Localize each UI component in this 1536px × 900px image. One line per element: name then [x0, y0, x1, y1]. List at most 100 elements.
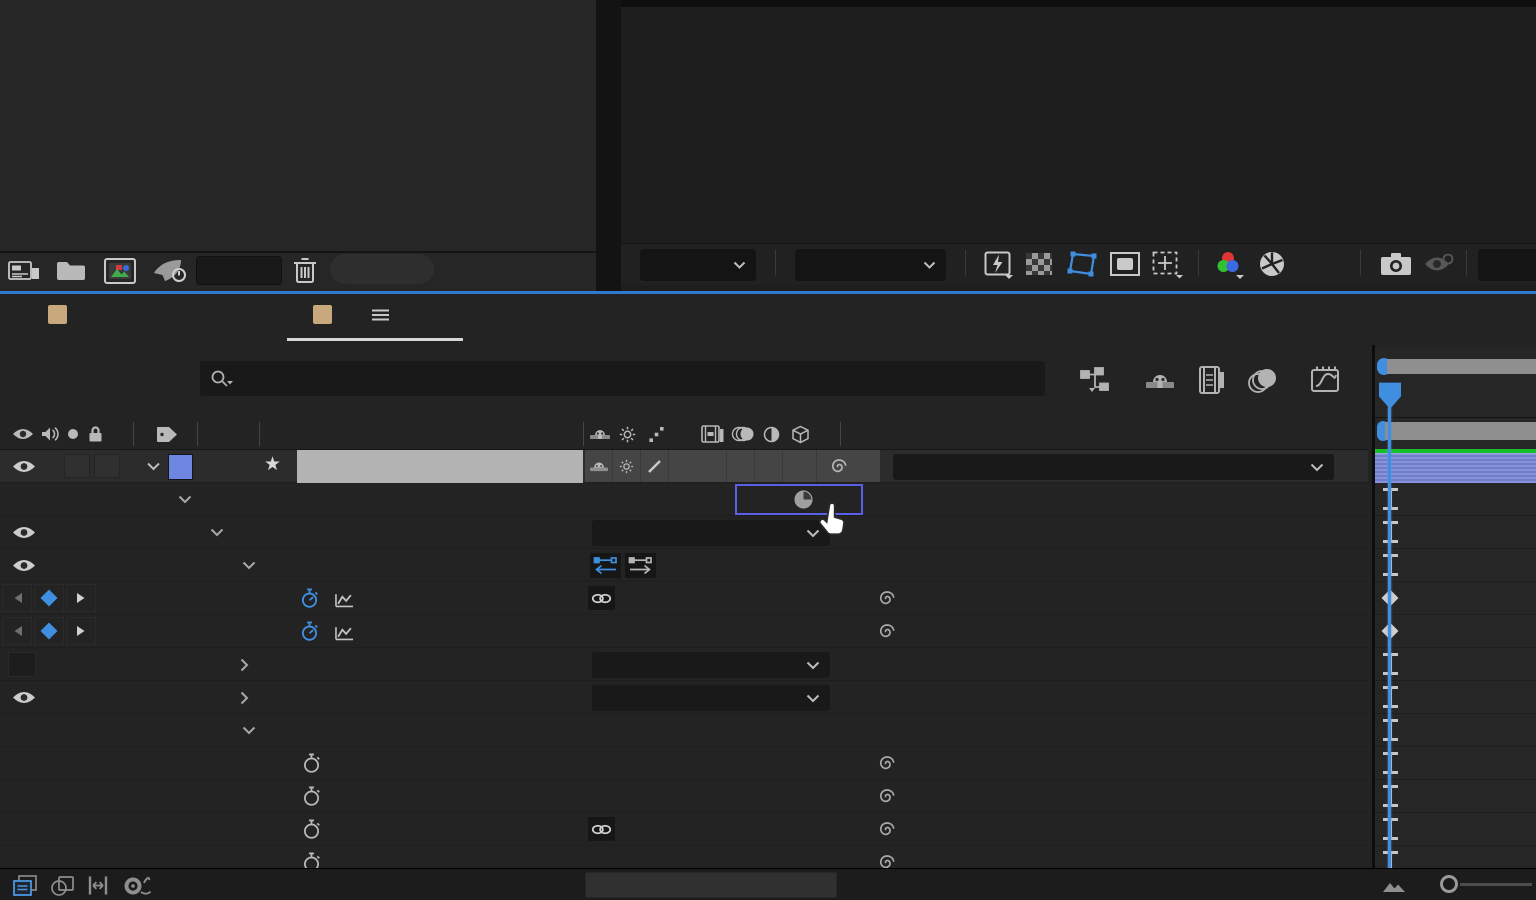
scale-pickwhip-icon[interactable] — [876, 820, 895, 839]
channel-rgb-icon[interactable] — [1214, 250, 1246, 280]
chevron-down-icon — [1310, 463, 1324, 472]
layer-duration-bar[interactable] — [1375, 453, 1536, 483]
expand-layer-switches-pane-icon[interactable] — [12, 874, 38, 898]
skew-pickwhip-icon[interactable] — [876, 853, 895, 868]
timeline-zoom-slider-handle[interactable] — [1440, 875, 1458, 893]
render-time-pane-snail-icon[interactable] — [122, 874, 152, 897]
layer-collapse-switch[interactable] — [613, 450, 641, 482]
tab-comp-1[interactable] — [313, 305, 389, 324]
magnification-dropdown[interactable] — [640, 249, 756, 281]
scale-constrain-link-icon[interactable] — [588, 817, 615, 841]
path-direction-normal-button[interactable] — [625, 553, 656, 578]
layer-label-color-swatch[interactable] — [168, 454, 193, 480]
keyframe-at-current-time[interactable] — [34, 617, 64, 645]
expand-in-out-pane-icon[interactable] — [86, 875, 110, 896]
bit-depth-button[interactable] — [196, 256, 282, 285]
active-tab-underline — [287, 338, 463, 341]
transparency-grid-icon[interactable] — [1026, 253, 1052, 275]
ellipse1-eye-icon[interactable] — [12, 525, 36, 540]
project-search-pill[interactable] — [330, 254, 434, 284]
quality-column-icon — [648, 426, 665, 443]
size-pickwhip-icon[interactable] — [876, 589, 895, 608]
ellipse1-expander-chevron-down-icon[interactable] — [210, 528, 224, 537]
layer-fx-cell[interactable] — [699, 450, 727, 482]
row-fill-1 — [0, 681, 1368, 714]
position-stopwatch-icon[interactable] — [300, 621, 319, 642]
grid-guides-icon[interactable] — [1152, 251, 1184, 279]
preview-timecode[interactable] — [1478, 249, 1536, 281]
folder-icon[interactable] — [56, 260, 86, 282]
fill1-expander-chevron-right-icon[interactable] — [240, 691, 249, 705]
region-of-interest-icon[interactable] — [1066, 250, 1098, 278]
tab-circle-burst[interactable] — [48, 305, 207, 324]
layer-motion-blur-cell[interactable] — [755, 450, 783, 482]
graph-editor-icon[interactable] — [1310, 365, 1340, 393]
keyframe-nav-previous[interactable] — [2, 617, 32, 645]
ellipse-path1-expander-chevron-down-icon[interactable] — [242, 561, 256, 570]
ellipse1-blend-mode-dropdown[interactable] — [592, 520, 830, 546]
panel-divider[interactable] — [596, 0, 621, 291]
exposure-aperture-icon[interactable] — [1258, 250, 1286, 278]
transform-expander-chevron-down-icon[interactable] — [242, 726, 256, 735]
transform-position-stopwatch-icon[interactable] — [302, 786, 321, 807]
keyframe-nav-next[interactable] — [66, 617, 96, 645]
motion-blur-icon[interactable] — [1246, 367, 1280, 395]
keyframe-at-current-time[interactable] — [34, 584, 64, 612]
position-graph-icon — [334, 625, 355, 641]
layer-name-selected[interactable] — [297, 450, 583, 483]
layer-shy-switch[interactable] — [585, 450, 613, 482]
playhead-line[interactable] — [1388, 407, 1391, 868]
anchor-pickwhip-icon[interactable] — [876, 754, 895, 773]
search-input[interactable] — [200, 361, 1045, 396]
show-snapshot-icon[interactable] — [1424, 254, 1454, 274]
fill1-eye-icon[interactable] — [12, 690, 36, 705]
render-queue-icon[interactable] — [152, 258, 188, 284]
resolution-dropdown[interactable] — [795, 249, 946, 281]
comp-tab-icon — [48, 305, 67, 324]
layer-visibility-eye-icon[interactable] — [12, 459, 36, 474]
stroke1-eye-toggle-empty[interactable] — [8, 652, 36, 677]
size-constrain-link-icon[interactable] — [588, 586, 615, 610]
fast-preview-icon[interactable] — [984, 251, 1014, 279]
transform-position-pickwhip-icon[interactable] — [876, 787, 895, 806]
frame-blending-icon[interactable] — [1196, 365, 1226, 395]
footage-interpretation-icon[interactable] — [8, 259, 40, 283]
parent-dropdown[interactable] — [893, 454, 1334, 480]
layer-3d-cell[interactable] — [783, 450, 817, 482]
expand-transfer-controls-pane-icon[interactable] — [50, 875, 75, 897]
contents-expander-chevron-down-icon[interactable] — [178, 495, 192, 504]
stroke1-expander-chevron-right-icon[interactable] — [240, 658, 249, 672]
anchor-stopwatch-icon[interactable] — [302, 753, 321, 774]
keyframe-nav-next[interactable] — [66, 584, 96, 612]
trash-icon[interactable] — [292, 256, 318, 285]
layer-quality-switch[interactable] — [641, 450, 669, 482]
work-area-bar[interactable] — [1385, 422, 1536, 440]
timeline-zoom-out-mountain-icon[interactable] — [1382, 878, 1406, 893]
toggle-switches-modes-button[interactable] — [585, 872, 837, 898]
timeline-zoom-slider-track[interactable] — [1460, 883, 1532, 886]
comp-mini-flowchart-icon[interactable] — [1080, 367, 1110, 393]
snapshot-camera-icon[interactable] — [1380, 252, 1412, 276]
layer-expander-chevron-down-icon[interactable] — [146, 462, 161, 471]
size-stopwatch-icon[interactable] — [300, 588, 319, 609]
skew-stopwatch-icon[interactable] — [302, 852, 321, 868]
shy-layers-icon[interactable] — [1144, 367, 1176, 393]
safe-margins-icon[interactable] — [1110, 252, 1140, 276]
row-contents — [0, 483, 1368, 516]
audio-toggle-cell[interactable] — [64, 454, 90, 478]
row-transform-position — [0, 780, 1368, 813]
path-direction-reversed-button[interactable] — [590, 553, 621, 578]
stroke1-blend-mode-dropdown[interactable] — [592, 652, 830, 678]
keyframe-nav-previous[interactable] — [2, 584, 32, 612]
audio-column-icon — [41, 426, 59, 442]
project-item-icon[interactable] — [104, 258, 136, 284]
time-navigator-bar[interactable] — [1387, 359, 1536, 374]
scale-stopwatch-icon[interactable] — [302, 819, 321, 840]
solo-toggle-cell[interactable] — [94, 454, 120, 478]
panel-menu-icon[interactable] — [372, 309, 389, 321]
position-pickwhip-icon[interactable] — [876, 622, 895, 641]
layer-frame-blend-cell[interactable] — [727, 450, 755, 482]
fill1-blend-mode-dropdown[interactable] — [592, 685, 830, 711]
layer-parent-pickwhip-icon[interactable] — [817, 450, 857, 482]
ellipse-path1-eye-icon[interactable] — [12, 558, 36, 573]
